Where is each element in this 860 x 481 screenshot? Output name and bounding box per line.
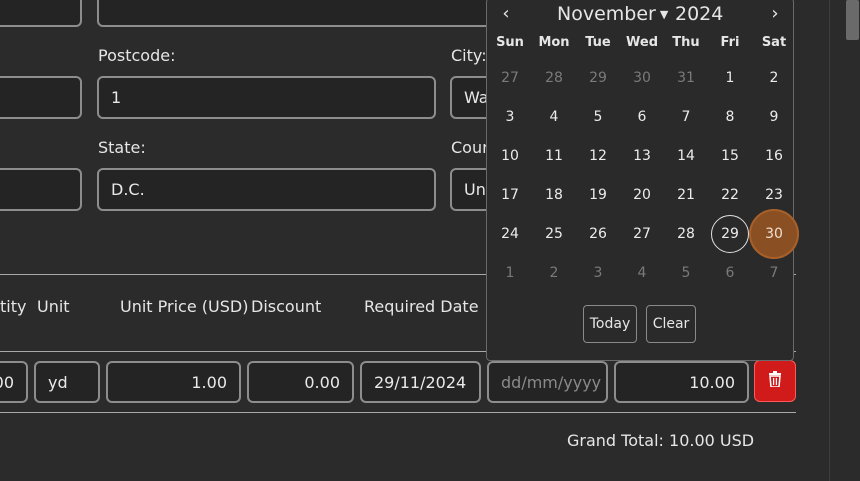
scrollbar-thumb[interactable] xyxy=(846,0,859,40)
calendar-day[interactable]: 10 xyxy=(491,137,529,175)
calendar-day[interactable]: 28 xyxy=(667,215,705,253)
weekday-sun: Sun xyxy=(496,35,524,50)
calendar-day[interactable]: 29 xyxy=(579,59,617,97)
city-label: City: xyxy=(451,46,487,65)
calendar-day[interactable]: 30 xyxy=(749,209,799,259)
calendar-day[interactable]: 13 xyxy=(623,137,661,175)
calendar-day[interactable]: 3 xyxy=(579,254,617,292)
state-label: State: xyxy=(98,138,146,157)
calendar-day[interactable]: 16 xyxy=(755,137,793,175)
calendar-day[interactable]: 5 xyxy=(667,254,705,292)
calendar-day[interactable]: 11 xyxy=(535,137,573,175)
calendar-day[interactable]: 2 xyxy=(755,59,793,97)
grand-total: Grand Total: 10.00 USD xyxy=(567,431,755,450)
required-date-header: Required Date xyxy=(364,297,479,316)
today-button[interactable]: Today xyxy=(583,305,637,343)
calendar-day[interactable]: 28 xyxy=(535,59,573,97)
delete-row-button[interactable] xyxy=(754,360,796,402)
discount-input[interactable]: 0.00 xyxy=(247,361,354,403)
calendar-day[interactable]: 19 xyxy=(579,176,617,214)
calendar-day[interactable]: 7 xyxy=(667,98,705,136)
calendar-day[interactable]: 24 xyxy=(491,215,529,253)
weekday-mon: Mon xyxy=(538,35,570,50)
calendar-day[interactable]: 29 xyxy=(711,215,749,253)
calendar-day[interactable]: 14 xyxy=(667,137,705,175)
required-date-input[interactable]: 29/11/2024 xyxy=(360,361,481,403)
date-input-empty[interactable]: dd/mm/yyyy xyxy=(487,361,608,403)
table-bottom-divider xyxy=(0,412,796,413)
calendar-day[interactable]: 15 xyxy=(711,137,749,175)
trash-icon xyxy=(768,371,782,391)
weekday-tue: Tue xyxy=(585,35,611,50)
unit-header: Unit xyxy=(37,297,70,316)
calendar-day[interactable]: 5 xyxy=(579,98,617,136)
calendar-day[interactable]: 20 xyxy=(623,176,661,214)
calendar-day[interactable]: 31 xyxy=(667,59,705,97)
calendar-day[interactable]: 18 xyxy=(535,176,573,214)
weekday-wed: Wed xyxy=(626,35,658,50)
address-field-left-low[interactable] xyxy=(0,168,82,211)
postcode-input[interactable]: 1 xyxy=(97,76,436,119)
address-field-left-mid[interactable] xyxy=(0,76,82,119)
calendar-day[interactable]: 3 xyxy=(491,98,529,136)
quantity-header: tity xyxy=(0,297,27,316)
calendar-day[interactable]: 2 xyxy=(535,254,573,292)
month-select[interactable]: November ▼ xyxy=(557,3,668,25)
state-input[interactable]: D.C. xyxy=(97,168,436,211)
weekday-fri: Fri xyxy=(720,35,740,50)
calendar-day[interactable]: 1 xyxy=(491,254,529,292)
calendar-day[interactable]: 27 xyxy=(491,59,529,97)
postcode-label: Postcode: xyxy=(98,46,176,65)
line-total-input[interactable]: 10.00 xyxy=(614,361,749,403)
quantity-input[interactable]: 00 xyxy=(0,361,28,403)
calendar-day[interactable]: 6 xyxy=(711,254,749,292)
calendar-day[interactable]: 4 xyxy=(623,254,661,292)
calendar-day[interactable]: 27 xyxy=(623,215,661,253)
chevron-right-icon: › xyxy=(771,2,779,24)
calendar-day[interactable]: 8 xyxy=(711,98,749,136)
next-month-button[interactable]: › xyxy=(764,1,786,25)
unit-price-header: Unit Price (USD) xyxy=(120,297,249,316)
calendar-day[interactable]: 1 xyxy=(711,59,749,97)
unit-input[interactable]: yd xyxy=(34,361,100,403)
clear-button[interactable]: Clear xyxy=(646,305,696,343)
calendar-day[interactable]: 30 xyxy=(623,59,661,97)
datepicker-popup: ‹ November ▼ 2024 › Sun Mon Tue Wed Thu … xyxy=(486,0,799,361)
calendar-day[interactable]: 12 xyxy=(579,137,617,175)
calendar-day[interactable]: 22 xyxy=(711,176,749,214)
chevron-down-icon: ▼ xyxy=(659,7,669,21)
calendar-day[interactable]: 26 xyxy=(579,215,617,253)
scrollbar-track[interactable] xyxy=(829,0,860,481)
calendar-day[interactable]: 17 xyxy=(491,176,529,214)
calendar-day[interactable]: 6 xyxy=(623,98,661,136)
address-field-top[interactable] xyxy=(97,0,497,27)
discount-header: Discount xyxy=(251,297,322,316)
weekday-thu: Thu xyxy=(672,35,700,50)
calendar-day[interactable]: 7 xyxy=(755,254,793,292)
calendar-day[interactable]: 21 xyxy=(667,176,705,214)
weekday-sat: Sat xyxy=(761,35,787,50)
prev-month-button[interactable]: ‹ xyxy=(495,1,517,25)
calendar-day[interactable]: 4 xyxy=(535,98,573,136)
address-field-left-top[interactable] xyxy=(0,0,82,27)
calendar-day[interactable]: 25 xyxy=(535,215,573,253)
country-label: Cour xyxy=(451,138,489,157)
year-label[interactable]: 2024 xyxy=(675,3,723,25)
unit-price-input[interactable]: 1.00 xyxy=(106,361,241,403)
month-label: November xyxy=(557,3,656,25)
chevron-left-icon: ‹ xyxy=(502,2,510,24)
calendar-day[interactable]: 9 xyxy=(755,98,793,136)
